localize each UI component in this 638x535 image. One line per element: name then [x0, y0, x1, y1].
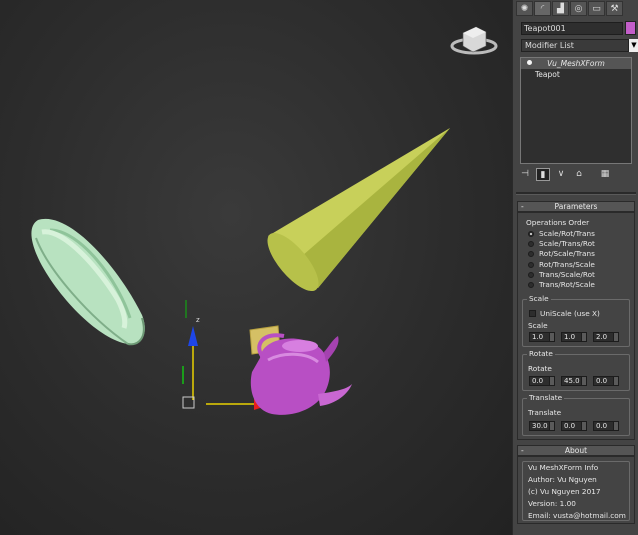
radio-op-1-label: Scale/Trans/Rot — [539, 239, 595, 248]
cone-object[interactable] — [259, 128, 450, 299]
command-panel-tabs: ✺ ◜ ▟ ◎ ▭ ⚒ — [516, 1, 636, 17]
radio-op-5-label: Trans/Rot/Scale — [539, 280, 595, 289]
parameters-rollout-header[interactable]: - Parameters — [517, 201, 635, 212]
radio-op-3-label: Rot/Trans/Scale — [539, 260, 595, 269]
show-end-result-icon[interactable]: ▮ — [536, 167, 550, 181]
hierarchy-icon: ▟ — [557, 3, 564, 14]
scale-group: Scale UniScale (use X) Scale 1.0 1.0 2.0 — [522, 294, 630, 347]
scale-z-spinner[interactable]: 2.0 — [593, 332, 619, 342]
about-line-3: Version: 1.00 — [528, 499, 576, 508]
rollout-title: Parameters — [554, 202, 598, 211]
teapot-object[interactable] — [249, 325, 352, 415]
operations-order-label: Operations Order — [526, 218, 590, 227]
make-unique-icon[interactable]: ∨ — [554, 168, 568, 181]
about-rollout: Vu MeshXForm Info Author: Vu Nguyen (c) … — [517, 456, 635, 524]
collapse-icon: - — [521, 202, 524, 211]
radio-op-1[interactable] — [528, 241, 534, 247]
rollout-title: About — [564, 446, 588, 455]
stack-item-teapot[interactable]: Teapot — [521, 69, 631, 80]
uniscale-checkbox[interactable] — [529, 310, 536, 317]
stack-item-label: Vu_MeshXForm — [547, 59, 605, 68]
display-icon: ▭ — [592, 3, 601, 14]
translate-x-spinner[interactable]: 30.0 — [529, 421, 555, 431]
rotate-label: Rotate — [528, 364, 552, 373]
radio-op-2-label: Rot/Scale/Trans — [539, 249, 595, 258]
radio-op-0[interactable] — [528, 231, 534, 237]
radio-op-5[interactable] — [528, 282, 534, 288]
translate-z-spinner[interactable]: 0.0 — [593, 421, 619, 431]
about-group: Vu MeshXForm Info Author: Vu Nguyen (c) … — [522, 461, 630, 521]
collapse-icon: - — [521, 446, 524, 455]
object-name-field[interactable]: Teapot001 — [521, 22, 623, 35]
pin-stack-icon[interactable]: ⊣ — [518, 168, 532, 181]
scale-y-spinner[interactable]: 1.0 — [561, 332, 587, 342]
uniscale-label: UniScale (use X) — [540, 309, 600, 318]
modifier-list-dropdown[interactable]: Modifier List — [521, 39, 629, 52]
about-line-1: Author: Vu Nguyen — [528, 475, 597, 484]
modify-tab[interactable]: ◜ — [534, 1, 551, 16]
radio-op-0-label: Scale/Rot/Trans — [539, 229, 595, 238]
chevron-down-icon[interactable]: ▼ — [629, 39, 638, 52]
rotate-group: Rotate Rotate 0.0 45.0 0.0 — [522, 349, 630, 391]
display-tab[interactable]: ▭ — [588, 1, 605, 16]
radio-op-2[interactable] — [528, 251, 534, 257]
translate-group-title: Translate — [527, 393, 565, 402]
translate-y-spinner[interactable]: 0.0 — [561, 421, 587, 431]
viewcube-icon[interactable] — [450, 26, 498, 55]
radio-op-3[interactable] — [528, 262, 534, 268]
create-tab[interactable]: ✺ — [516, 1, 533, 16]
parameters-rollout: Operations Order Scale/Rot/Trans Scale/T… — [517, 212, 635, 440]
scale-group-title: Scale — [527, 294, 551, 303]
hierarchy-tab[interactable]: ▟ — [552, 1, 569, 16]
torus-object[interactable] — [31, 218, 145, 346]
motion-icon: ◎ — [574, 3, 583, 14]
rotate-x-spinner[interactable]: 0.0 — [529, 376, 555, 386]
about-line-4: Email: vusta@hotmail.com — [528, 511, 626, 520]
translate-group: Translate Translate 30.0 0.0 0.0 — [522, 393, 630, 436]
configure-modifier-sets-icon[interactable]: ▦ — [598, 168, 612, 181]
scale-label: Scale — [528, 321, 548, 330]
gizmo-z-label: z — [196, 316, 200, 324]
object-color-swatch[interactable] — [625, 21, 636, 35]
scale-x-spinner[interactable]: 1.0 — [529, 332, 555, 342]
about-line-2: (c) Vu Nguyen 2017 — [528, 487, 601, 496]
perspective-viewport[interactable]: z x — [0, 0, 512, 535]
lightbulb-icon[interactable] — [527, 60, 532, 65]
modifier-stack: Vu_MeshXForm Teapot — [520, 57, 632, 164]
radio-op-4[interactable] — [528, 272, 534, 278]
utilities-tab[interactable]: ⚒ — [606, 1, 623, 16]
rotate-group-title: Rotate — [527, 349, 555, 358]
utilities-icon: ⚒ — [610, 3, 619, 14]
remove-modifier-icon[interactable]: ⌂ — [572, 168, 586, 181]
radio-op-4-label: Trans/Scale/Rot — [539, 270, 595, 279]
modify-icon: ◜ — [540, 3, 545, 14]
stack-item-vu-meshxform[interactable]: Vu_MeshXForm — [521, 58, 631, 69]
scene-canvas: z x — [31, 26, 498, 415]
sun-icon: ✺ — [520, 3, 529, 14]
command-panel: ✺ ◜ ▟ ◎ ▭ ⚒ Teapot001 Modifier List ▼ Vu… — [512, 0, 638, 535]
about-rollout-header[interactable]: - About — [517, 445, 635, 456]
translate-label: Translate — [528, 408, 562, 417]
stack-toolbar: ⊣ ▮ ∨ ⌂ ▦ — [518, 167, 634, 181]
motion-tab[interactable]: ◎ — [570, 1, 587, 16]
rotate-y-spinner[interactable]: 45.0 — [561, 376, 587, 386]
stack-item-label: Teapot — [535, 70, 560, 79]
rotate-z-spinner[interactable]: 0.0 — [593, 376, 619, 386]
about-line-0: Vu MeshXForm Info — [528, 463, 599, 472]
divider — [516, 192, 636, 195]
